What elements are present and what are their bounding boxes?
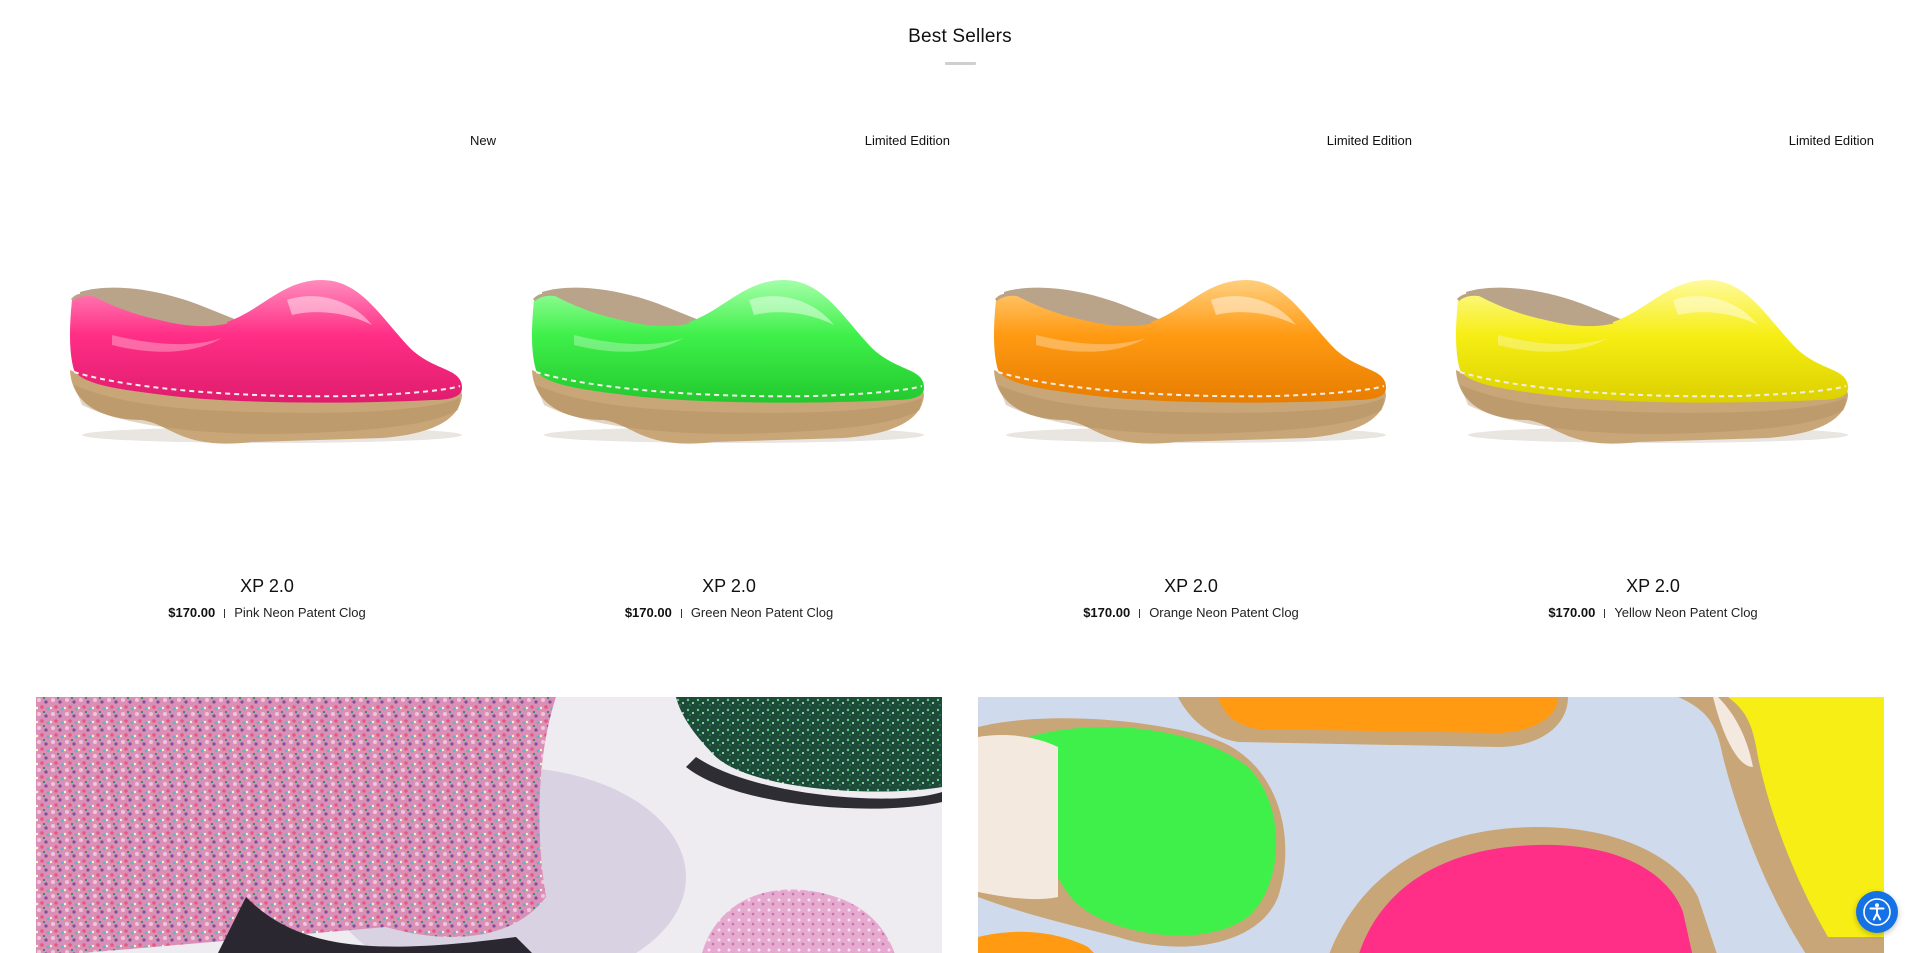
meta-separator — [1139, 609, 1141, 619]
product-name[interactable]: XP 2.0 — [1422, 576, 1884, 597]
promo-tile-glitter-clogs[interactable] — [36, 697, 942, 953]
promo-tile-neon-clogs[interactable] — [978, 697, 1884, 953]
product-name[interactable]: XP 2.0 — [498, 576, 960, 597]
product-badge: Limited Edition — [864, 133, 950, 148]
product-price: $170.00 — [1548, 605, 1596, 620]
meta-separator — [680, 609, 682, 619]
product-meta: $170.00 Orange Neon Patent Clog — [960, 605, 1422, 620]
meta-separator — [1604, 609, 1606, 619]
product-badge: New — [469, 133, 496, 148]
best-sellers-header: Best Sellers — [0, 26, 1920, 65]
product-badge: Limited Edition — [1788, 133, 1874, 148]
product-price: $170.00 — [168, 605, 216, 620]
product-card[interactable]: Limited Edition XP 2.0 $170.00 Green Neon… — [498, 120, 960, 640]
accessibility-button[interactable] — [1856, 891, 1898, 933]
product-meta: $170.00 Pink Neon Patent Clog — [36, 605, 498, 620]
product-meta: $170.00 Green Neon Patent Clog — [498, 605, 960, 620]
product-badge: Limited Edition — [1326, 133, 1412, 148]
product-card[interactable]: Limited Edition XP 2.0 $170.00 Orange Neo… — [960, 120, 1422, 640]
product-name[interactable]: XP 2.0 — [960, 576, 1422, 597]
product-description: Orange Neon Patent Clog — [1149, 605, 1299, 620]
product-image[interactable] — [52, 220, 472, 450]
product-grid: New XP 2.0 $170.00 Pink Neon Patent Clog … — [36, 120, 1884, 640]
product-card[interactable]: New XP 2.0 $170.00 Pink Neon Patent Clog — [36, 120, 498, 640]
product-description: Yellow Neon Patent Clog — [1614, 605, 1758, 620]
product-image[interactable] — [976, 220, 1396, 450]
title-divider — [944, 62, 976, 65]
product-meta: $170.00 Yellow Neon Patent Clog — [1422, 605, 1884, 620]
section-title: Best Sellers — [908, 26, 1012, 47]
product-image[interactable] — [1438, 220, 1858, 450]
product-name[interactable]: XP 2.0 — [36, 576, 498, 597]
product-description: Pink Neon Patent Clog — [234, 605, 366, 620]
product-card[interactable]: Limited Edition XP 2.0 $170.00 Yellow Neo… — [1422, 120, 1884, 640]
accessibility-icon — [1863, 898, 1891, 926]
product-image[interactable] — [514, 220, 934, 450]
product-price: $170.00 — [624, 605, 672, 620]
product-description: Green Neon Patent Clog — [690, 605, 834, 620]
product-price: $170.00 — [1083, 605, 1131, 620]
neon-clogs-image — [978, 697, 1884, 953]
glitter-clogs-image — [36, 697, 942, 953]
meta-separator — [224, 609, 226, 619]
